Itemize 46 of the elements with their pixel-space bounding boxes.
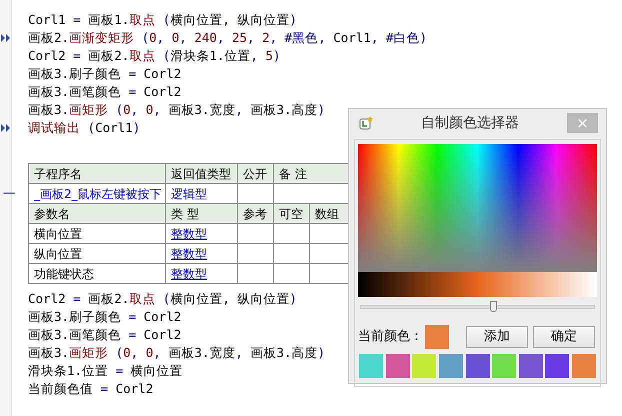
code-line: 调试输出 (Corl1)	[28, 120, 140, 135]
column-header: 公开	[243, 166, 267, 180]
code-line: 画板3.画笔颜色 = Corl2	[28, 327, 182, 342]
code-line: 画板3.画矩形 (0, 0, 画板3.宽度, 画板3.高度)	[28, 345, 326, 360]
return-type: 逻辑型	[171, 186, 207, 200]
parameter-name: 纵向位置	[34, 246, 82, 260]
column-header: 备 注	[279, 166, 307, 180]
color-swatch[interactable]	[572, 354, 596, 378]
color-swatch[interactable]	[466, 354, 490, 378]
color-swatch[interactable]	[492, 354, 516, 378]
add-button[interactable]: 添加	[466, 326, 528, 348]
subroutine-name: _画板2_鼠标左键被按下	[34, 186, 162, 200]
collapse-toggle[interactable]: 一	[3, 185, 16, 204]
code-line: 当前颜色值 = Corl2	[28, 381, 154, 396]
code-line: 画板2.画渐变矩形 (0, 0, 240, 25, 2, #黑色, Corl1, #白色)	[28, 30, 428, 45]
column-header: 可空	[279, 206, 303, 220]
code-line: 画板3.刷子颜色 = Corl2	[28, 66, 182, 81]
slider-thumb[interactable]	[490, 301, 497, 312]
column-header: 返回值类型	[171, 166, 231, 180]
dialog-title: 自制颜色选择器	[420, 114, 520, 132]
column-header: 参数名	[34, 206, 70, 220]
current-color-swatch	[425, 325, 449, 349]
current-color-label: 当前颜色：	[358, 328, 423, 346]
code-line: 画板3.画笔颜色 = Corl2	[28, 84, 182, 99]
color-swatch[interactable]	[386, 354, 410, 378]
column-header: 类 型	[171, 206, 199, 220]
column-header: 子程序名	[34, 166, 82, 180]
color-swatch[interactable]	[545, 354, 570, 378]
parameter-name: 功能键状态	[34, 266, 94, 280]
column-header: 数组	[315, 206, 339, 220]
color-swatch[interactable]	[359, 354, 383, 378]
parameter-name: 横向位置	[34, 226, 82, 240]
color-spectrum[interactable]	[358, 144, 597, 272]
color-swatch[interactable]	[412, 354, 436, 378]
app-icon	[359, 116, 373, 130]
column-header: 参考	[243, 206, 267, 220]
code-line: Corl2 = 画板2.取点 (横向位置, 纵向位置)	[28, 291, 297, 306]
brightness-bar[interactable]	[358, 272, 597, 297]
code-line: Corl1 = 画板1.取点 (横向位置, 纵向位置)	[28, 12, 297, 27]
color-swatch[interactable]	[438, 354, 463, 378]
color-swatch[interactable]	[518, 354, 543, 378]
ok-button[interactable]: 确定	[533, 326, 595, 348]
code-line: 画板3.画矩形 (0, 0, 画板3.宽度, 画板3.高度)	[28, 102, 326, 117]
code-line: Corl2 = 画板2.取点 (滑块条1.位置, 5)	[28, 48, 281, 63]
code-line: 画板3.刷子颜色 = Corl2	[28, 309, 182, 324]
code-line: 滑块条1.位置 = 横向位置	[28, 363, 183, 378]
